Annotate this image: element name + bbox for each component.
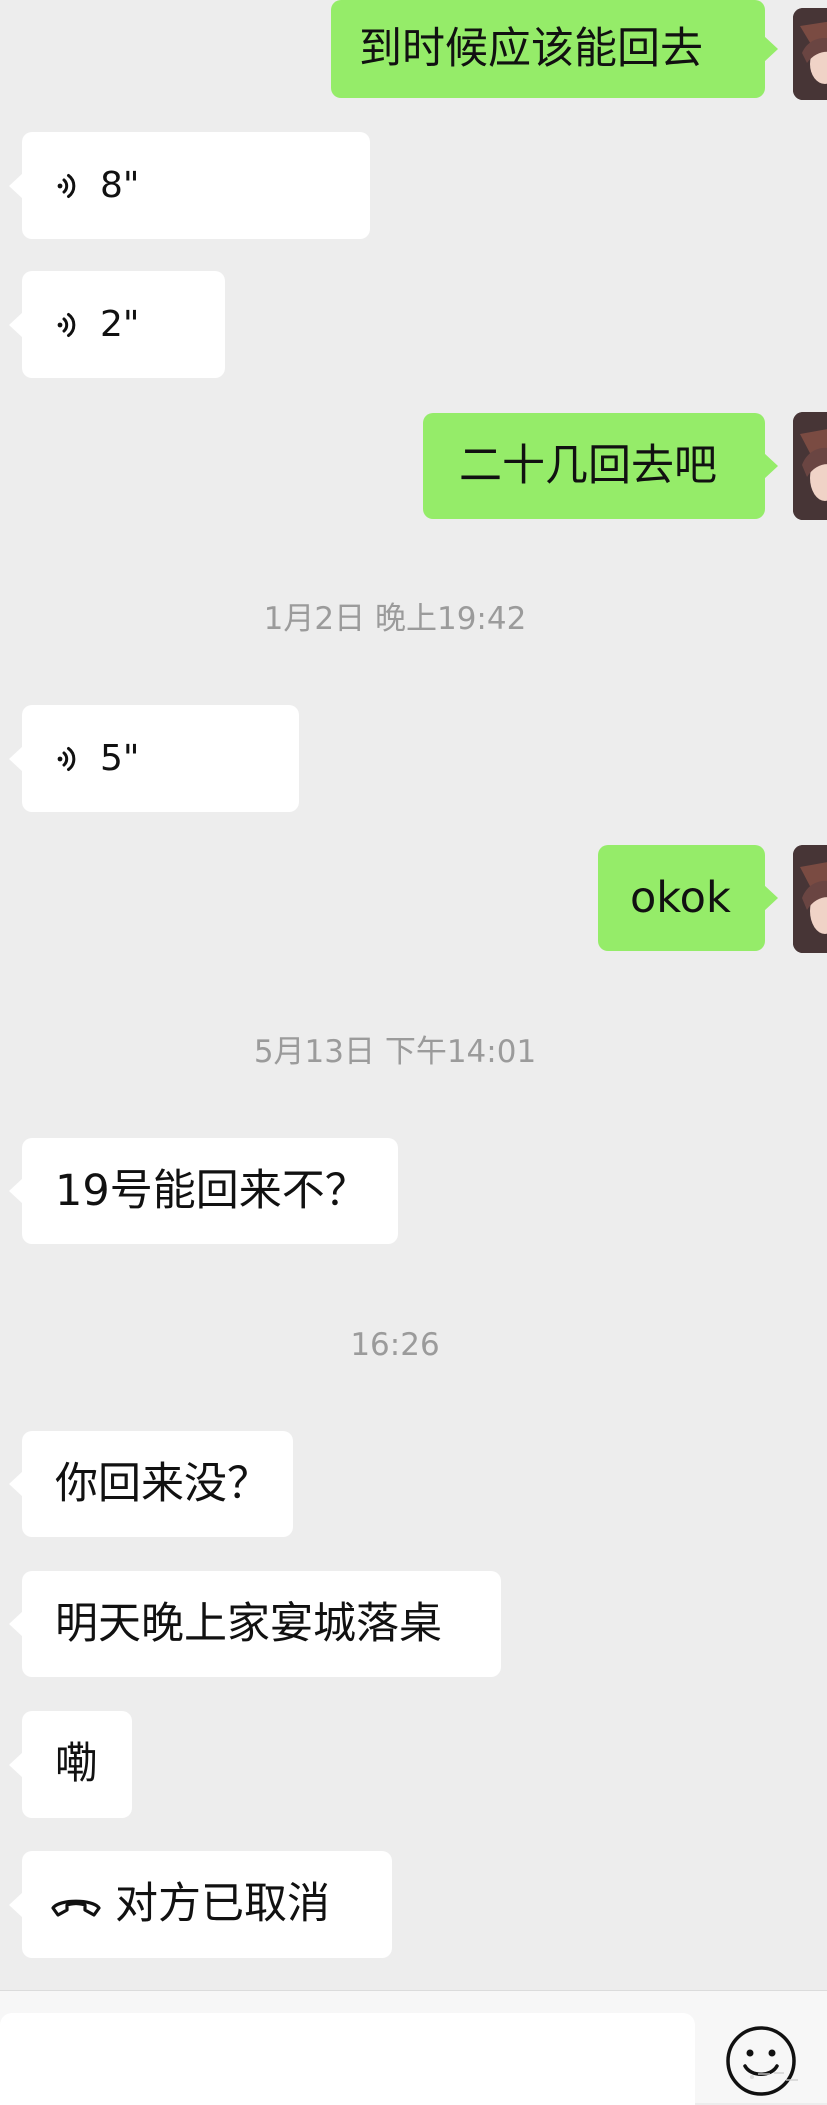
message-text: 19号能回来不？ <box>55 1165 368 1216</box>
message-text: 到时候应该能回去 <box>359 23 703 74</box>
message-bubble-outgoing[interactable]: 二十几回去吧 <box>423 413 778 519</box>
phone-hangup-icon <box>49 1890 103 1920</box>
input-bar <box>0 1990 827 2105</box>
avatar-image <box>793 8 827 100</box>
timestamp: 1月2日 晚上19:42 <box>263 601 527 637</box>
voice-message-bubble[interactable]: 8" <box>9 132 370 239</box>
voice-duration: 5" <box>100 737 140 779</box>
message-bubble-incoming[interactable]: 明天晚上家宴城落桌 <box>9 1571 501 1677</box>
watermark-icon <box>750 2072 798 2081</box>
call-status-bubble[interactable]: 对方已取消 <box>9 1851 392 1958</box>
message-text: 二十几回去吧 <box>459 440 717 491</box>
voice-wave-icon <box>50 309 82 341</box>
avatar[interactable] <box>793 412 827 520</box>
message-bubble-incoming[interactable]: 你回来没？ <box>9 1431 293 1537</box>
message-input[interactable] <box>0 2013 695 2105</box>
message-text: 你回来没？ <box>55 1458 270 1509</box>
message-bubble-incoming[interactable]: 嘞 <box>9 1711 132 1818</box>
voice-message-bubble[interactable]: 2" <box>9 271 225 378</box>
voice-wave-icon <box>50 170 82 202</box>
voice-message-bubble[interactable]: 5" <box>9 705 299 812</box>
voice-duration: 8" <box>100 164 140 206</box>
timestamp: 16:26 <box>350 1327 440 1363</box>
call-status-text: 对方已取消 <box>115 1879 330 1929</box>
voice-wave-icon <box>50 743 82 775</box>
message-text: okok <box>630 872 731 923</box>
message-bubble-outgoing[interactable]: 到时候应该能回去 <box>331 0 778 98</box>
avatar[interactable] <box>793 8 827 100</box>
message-bubble-incoming[interactable]: 19号能回来不？ <box>9 1138 398 1244</box>
message-bubble-outgoing[interactable]: okok <box>598 845 778 951</box>
avatar[interactable] <box>793 845 827 953</box>
avatar-image <box>793 845 827 953</box>
voice-duration: 2" <box>100 303 140 345</box>
chat-panel: 到时候应该能回去 8" 2" 二十几回去吧 1月2日 晚上19:42 5" ok… <box>0 0 827 1990</box>
message-text: 明天晚上家宴城落桌 <box>55 1598 442 1649</box>
avatar-image <box>793 412 827 520</box>
message-text: 嘞 <box>55 1739 98 1789</box>
timestamp: 5月13日 下午14:01 <box>253 1034 537 1070</box>
